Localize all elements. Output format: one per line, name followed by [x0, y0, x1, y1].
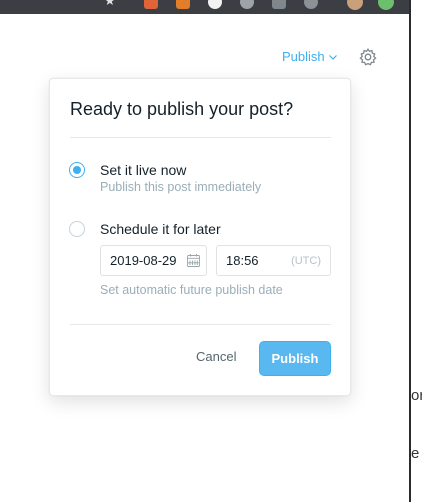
radio-set-live-now[interactable]	[69, 162, 85, 178]
profile-avatar[interactable]	[347, 0, 363, 10]
time-value: 18:56	[226, 253, 259, 268]
radio-schedule-later[interactable]	[69, 221, 85, 237]
extension-icon[interactable]	[144, 0, 158, 9]
divider	[70, 324, 331, 325]
publish-trigger-label: Publish	[282, 49, 325, 64]
timezone-label: (UTC)	[291, 255, 321, 267]
publish-button[interactable]: Publish	[259, 341, 331, 376]
background-text: e	[411, 445, 420, 462]
extension-icon[interactable]	[378, 0, 394, 10]
calendar-icon	[187, 254, 200, 267]
extension-icon[interactable]	[208, 0, 222, 9]
option-label-set-live[interactable]: Set it live now	[100, 162, 186, 178]
option-label-schedule[interactable]: Schedule it for later	[100, 221, 221, 237]
extension-icon[interactable]	[272, 0, 286, 9]
extension-icon[interactable]	[304, 0, 318, 9]
publish-popover: Ready to publish your post? Set it live …	[49, 78, 351, 396]
browser-toolbar: ★	[0, 0, 410, 14]
date-value: 2019-08-29	[110, 253, 177, 268]
schedule-date-input[interactable]: 2019-08-29	[100, 245, 207, 276]
extension-icon[interactable]	[240, 0, 254, 9]
option-description-schedule: Set automatic future publish date	[100, 283, 283, 297]
schedule-time-input[interactable]: 18:56 (UTC)	[216, 245, 331, 276]
popover-title: Ready to publish your post?	[70, 99, 294, 119]
gear-icon[interactable]	[358, 47, 378, 67]
cancel-button[interactable]: Cancel	[196, 349, 236, 364]
extension-icon[interactable]	[176, 0, 190, 9]
background-content: or e	[411, 0, 422, 502]
bookmark-star-icon[interactable]: ★	[104, 0, 118, 8]
publish-menu-trigger[interactable]: Publish	[282, 49, 338, 64]
divider	[70, 137, 331, 138]
option-description-set-live: Publish this post immediately	[100, 180, 262, 194]
chevron-down-icon	[328, 54, 337, 60]
background-text: or	[411, 387, 422, 404]
